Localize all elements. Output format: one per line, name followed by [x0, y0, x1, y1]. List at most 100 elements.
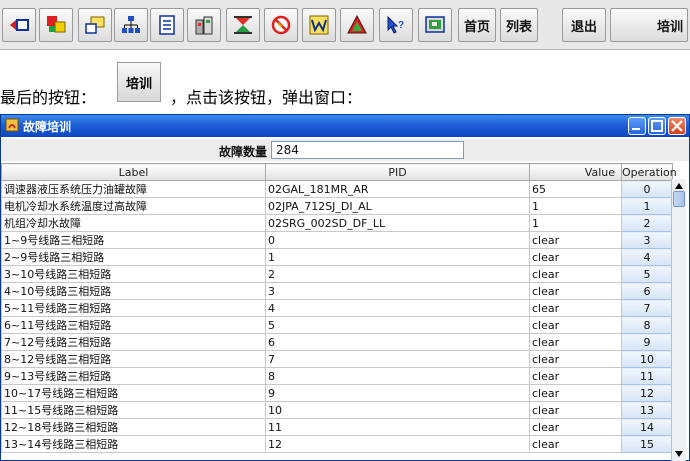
cell-label[interactable]: 3~10号线路三相短路 — [1, 265, 266, 283]
document-button[interactable] — [150, 8, 184, 42]
cell-pid[interactable]: 4 — [265, 299, 530, 317]
table-row[interactable]: 1~9号线路三相短路 0 clear 3 — [1, 231, 673, 249]
cell-pid[interactable]: 0 — [265, 231, 530, 249]
home-button[interactable]: 首页 — [458, 8, 496, 42]
operation-button[interactable]: 3 — [621, 231, 673, 249]
operation-button[interactable]: 13 — [621, 401, 673, 419]
warning-button[interactable] — [340, 8, 374, 42]
cell-label[interactable]: 8~12号线路三相短路 — [1, 350, 266, 368]
cell-pid[interactable]: 11 — [265, 418, 530, 436]
cell-pid[interactable]: 12 — [265, 435, 530, 453]
exit-button[interactable]: 退出 — [562, 8, 606, 42]
operation-button[interactable]: 0 — [621, 180, 673, 198]
windows-button[interactable] — [78, 8, 112, 42]
minimize-button[interactable] — [628, 117, 646, 135]
table-row[interactable]: 电机冷却水系统温度过高故障 02JPA_712SJ_DI_AL 1 1 — [1, 197, 673, 215]
cell-pid[interactable]: 9 — [265, 384, 530, 402]
cell-label[interactable]: 调速器液压系统压力油罐故障 — [1, 180, 266, 198]
stop-button[interactable] — [264, 8, 298, 42]
cell-label[interactable]: 6~11号线路三相短路 — [1, 316, 266, 334]
cell-value[interactable]: clear — [529, 350, 622, 368]
cell-pid[interactable]: 10 — [265, 401, 530, 419]
cell-label[interactable]: 1~9号线路三相短路 — [1, 231, 266, 249]
cell-pid[interactable]: 1 — [265, 248, 530, 266]
cell-label[interactable]: 5~11号线路三相短路 — [1, 299, 266, 317]
cell-label[interactable]: 2~9号线路三相短路 — [1, 248, 266, 266]
table-row[interactable]: 调速器液压系统压力油罐故障 02GAL_181MR_AR 65 0 — [1, 180, 673, 198]
cell-pid[interactable]: 2 — [265, 265, 530, 283]
cell-label[interactable]: 11~15号线路三相短路 — [1, 401, 266, 419]
cell-pid[interactable]: 8 — [265, 367, 530, 385]
back-button[interactable] — [2, 8, 36, 42]
table-row[interactable]: 机组冷却水故障 02SRG_002SD_DF_LL 1 2 — [1, 214, 673, 232]
table-row[interactable]: 8~12号线路三相短路 7 clear 10 — [1, 350, 673, 368]
cell-label[interactable]: 7~12号线路三相短路 — [1, 333, 266, 351]
operation-button[interactable]: 1 — [621, 197, 673, 215]
cell-pid[interactable]: 5 — [265, 316, 530, 334]
maximize-button[interactable] — [648, 117, 666, 135]
cell-label[interactable]: 10~17号线路三相短路 — [1, 384, 266, 402]
cell-value[interactable]: 1 — [529, 214, 622, 232]
window-title-bar[interactable]: 故障培训 — [1, 115, 689, 137]
cell-value[interactable]: clear — [529, 316, 622, 334]
cell-value[interactable]: clear — [529, 282, 622, 300]
cell-value[interactable]: clear — [529, 231, 622, 249]
cell-value[interactable]: clear — [529, 248, 622, 266]
help-button[interactable]: ? — [379, 8, 413, 42]
cell-value[interactable]: clear — [529, 401, 622, 419]
fault-count-field[interactable]: 284 — [271, 141, 464, 159]
cell-pid[interactable]: 02JPA_712SJ_DI_AL — [265, 197, 530, 215]
cell-value[interactable]: clear — [529, 333, 622, 351]
cell-pid[interactable]: 02SRG_002SD_DF_LL — [265, 214, 530, 232]
cell-label[interactable]: 电机冷却水系统温度过高故障 — [1, 197, 266, 215]
operation-button[interactable]: 4 — [621, 248, 673, 266]
scroll-up-arrow-icon[interactable] — [674, 181, 684, 191]
cell-value[interactable]: clear — [529, 299, 622, 317]
building-button[interactable] — [187, 8, 221, 42]
cell-value[interactable]: clear — [529, 435, 622, 453]
cell-value[interactable]: clear — [529, 384, 622, 402]
table-row[interactable]: 13~14号线路三相短路 12 clear 15 — [1, 435, 673, 453]
column-header-operation[interactable]: Operation — [621, 163, 677, 181]
cell-value[interactable]: clear — [529, 265, 622, 283]
cell-label[interactable]: 9~13号线路三相短路 — [1, 367, 266, 385]
operation-button[interactable]: 2 — [621, 214, 673, 232]
scroll-down-arrow-icon[interactable] — [674, 449, 684, 459]
operation-button[interactable]: 6 — [621, 282, 673, 300]
cell-pid[interactable]: 3 — [265, 282, 530, 300]
cell-value[interactable]: clear — [529, 367, 622, 385]
column-header-value[interactable]: Value — [529, 163, 622, 181]
hourglass-button[interactable] — [226, 8, 260, 42]
operation-button[interactable]: 15 — [621, 435, 673, 453]
table-row[interactable]: 4~10号线路三相短路 3 clear 6 — [1, 282, 673, 300]
operation-button[interactable]: 11 — [621, 367, 673, 385]
cell-pid[interactable]: 6 — [265, 333, 530, 351]
table-row[interactable]: 2~9号线路三相短路 1 clear 4 — [1, 248, 673, 266]
operation-button[interactable]: 8 — [621, 316, 673, 334]
operation-button[interactable]: 9 — [621, 333, 673, 351]
training-button[interactable]: 培训 — [610, 8, 688, 42]
operation-button[interactable]: 7 — [621, 299, 673, 317]
screen-button[interactable] — [418, 8, 452, 42]
operation-button[interactable]: 5 — [621, 265, 673, 283]
table-row[interactable]: 3~10号线路三相短路 2 clear 5 — [1, 265, 673, 283]
table-row[interactable]: 10~17号线路三相短路 9 clear 12 — [1, 384, 673, 402]
operation-button[interactable]: 10 — [621, 350, 673, 368]
w-chart-button[interactable] — [302, 8, 336, 42]
table-row[interactable]: 11~15号线路三相短路 10 clear 13 — [1, 401, 673, 419]
vertical-scrollbar[interactable] — [671, 179, 686, 461]
network-button[interactable] — [114, 8, 148, 42]
cell-label[interactable]: 4~10号线路三相短路 — [1, 282, 266, 300]
cell-value[interactable]: clear — [529, 418, 622, 436]
cell-pid[interactable]: 02GAL_181MR_AR — [265, 180, 530, 198]
table-row[interactable]: 6~11号线路三相短路 5 clear 8 — [1, 316, 673, 334]
operation-button[interactable]: 14 — [621, 418, 673, 436]
close-button[interactable] — [668, 117, 686, 135]
cell-value[interactable]: 1 — [529, 197, 622, 215]
color-blocks-button[interactable] — [39, 8, 73, 42]
cell-value[interactable]: 65 — [529, 180, 622, 198]
list-button[interactable]: 列表 — [500, 8, 538, 42]
table-row[interactable]: 5~11号线路三相短路 4 clear 7 — [1, 299, 673, 317]
column-header-pid[interactable]: PID — [265, 163, 530, 181]
column-header-label[interactable]: Label — [1, 163, 266, 181]
